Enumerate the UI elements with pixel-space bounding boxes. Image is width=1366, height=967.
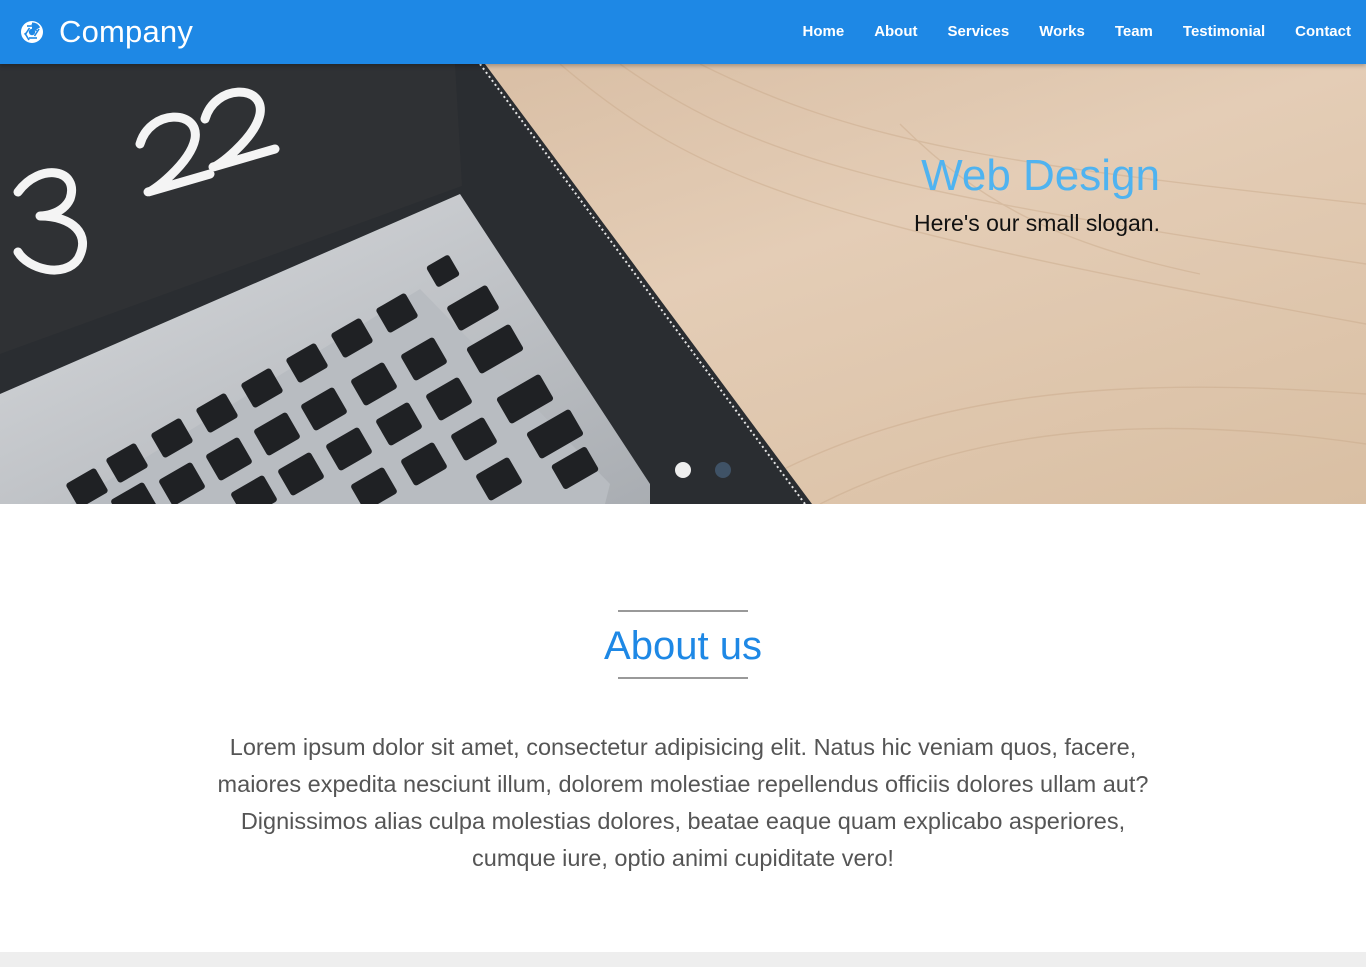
- hero-slider: Web Design Here's our small slogan.: [0, 64, 1366, 504]
- brand-logo-link[interactable]: Company: [20, 0, 193, 64]
- nav-item-home: Home: [788, 0, 860, 64]
- hero-caption: Web Design Here's our small slogan.: [914, 150, 1160, 238]
- nav-link-home[interactable]: Home: [788, 0, 860, 64]
- hero-laptop-photo: [0, 64, 1366, 504]
- about-text: Lorem ipsum dolor sit amet, consectetur …: [217, 734, 1149, 871]
- nav-item-about: About: [859, 0, 932, 64]
- nav-item-contact: Contact: [1280, 0, 1366, 64]
- main-nav: Home About Services Works Team Testimoni…: [788, 0, 1366, 64]
- next-section-edge: [0, 952, 1366, 967]
- title-divider-bottom: [618, 677, 748, 679]
- slider-indicators: [675, 462, 731, 478]
- nav-item-team: Team: [1100, 0, 1168, 64]
- hero-slogan: Here's our small slogan.: [914, 210, 1160, 236]
- nav-link-services[interactable]: Services: [933, 0, 1025, 64]
- about-section: About us Lorem ipsum dolor sit amet, con…: [0, 504, 1366, 952]
- slider-dot-1[interactable]: [675, 462, 691, 478]
- nav-item-services: Services: [933, 0, 1025, 64]
- nav-link-testimonial[interactable]: Testimonial: [1168, 0, 1280, 64]
- nav-link-contact[interactable]: Contact: [1280, 0, 1366, 64]
- title-divider-top: [618, 610, 748, 612]
- nav-link-team[interactable]: Team: [1100, 0, 1168, 64]
- brand-name: Company: [59, 14, 194, 49]
- hero-title: Web Design: [921, 151, 1160, 200]
- nav-link-works[interactable]: Works: [1024, 0, 1100, 64]
- top-navbar: Company Home About Services Works Team T…: [0, 0, 1366, 64]
- about-title: About us: [604, 624, 762, 668]
- aperture-icon: [21, 21, 43, 43]
- slider-dot-2[interactable]: [715, 462, 731, 478]
- nav-item-testimonial: Testimonial: [1168, 0, 1280, 64]
- nav-item-works: Works: [1024, 0, 1100, 64]
- nav-link-about[interactable]: About: [859, 0, 932, 64]
